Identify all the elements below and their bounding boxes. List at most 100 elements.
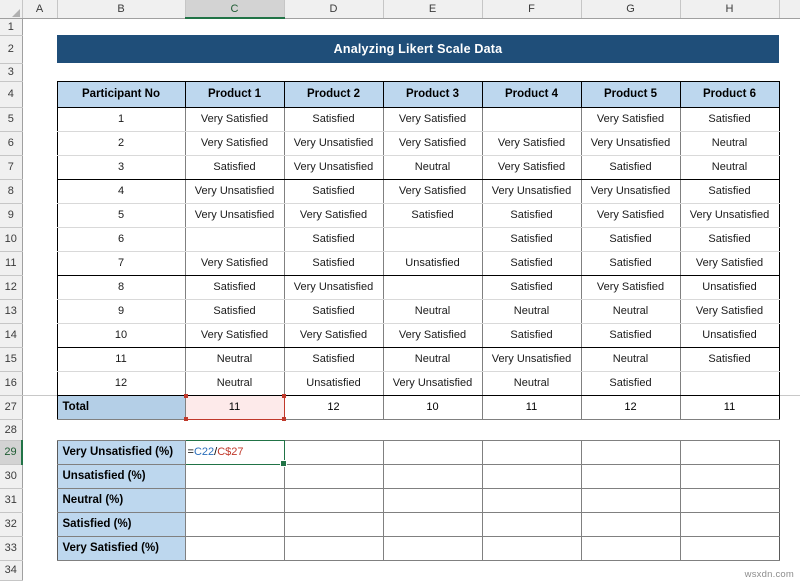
response-product-2[interactable]: Satisfied xyxy=(284,179,383,203)
response-product-1[interactable]: Very Satisfied xyxy=(185,107,284,131)
percent-value-f29[interactable] xyxy=(482,440,581,464)
response-product-4[interactable]: Very Unsatisfied xyxy=(482,347,581,371)
percent-value-d30[interactable] xyxy=(284,464,383,488)
percent-value-c32[interactable] xyxy=(185,512,284,536)
response-product-5[interactable]: Very Unsatisfied xyxy=(581,179,680,203)
response-product-2[interactable]: Satisfied xyxy=(284,107,383,131)
percent-value-e29[interactable] xyxy=(383,440,482,464)
row-header-9[interactable]: 9 xyxy=(0,203,22,227)
response-product-2[interactable]: Very Satisfied xyxy=(284,323,383,347)
response-product-5[interactable]: Very Satisfied xyxy=(581,275,680,299)
row-header-29[interactable]: 29 xyxy=(0,440,22,464)
column-header-g[interactable]: G xyxy=(581,0,680,18)
response-product-6[interactable]: Unsatisfied xyxy=(680,323,779,347)
participant-no[interactable]: 11 xyxy=(57,347,185,371)
response-product-1[interactable]: Satisfied xyxy=(185,155,284,179)
response-product-2[interactable]: Very Unsatisfied xyxy=(284,275,383,299)
cell-d34[interactable] xyxy=(284,560,383,580)
cell-a13[interactable] xyxy=(22,299,57,323)
participant-no[interactable]: 12 xyxy=(57,371,185,395)
column-header-e[interactable]: E xyxy=(383,0,482,18)
cell-a28[interactable] xyxy=(22,419,57,440)
response-product-1[interactable]: Neutral xyxy=(185,371,284,395)
cell-i8[interactable] xyxy=(779,179,800,203)
cell-b28[interactable] xyxy=(57,419,185,440)
response-product-6[interactable] xyxy=(680,371,779,395)
percent-value-c31[interactable] xyxy=(185,488,284,512)
column-header-f[interactable]: F xyxy=(482,0,581,18)
cell-b1[interactable] xyxy=(57,18,185,35)
participant-no[interactable]: 9 xyxy=(57,299,185,323)
response-product-2[interactable]: Satisfied xyxy=(284,251,383,275)
column-header-partial[interactable] xyxy=(779,0,800,18)
response-product-1[interactable]: Satisfied xyxy=(185,275,284,299)
cell-a30[interactable] xyxy=(22,464,57,488)
percent-value-f31[interactable] xyxy=(482,488,581,512)
response-product-6[interactable]: Very Unsatisfied xyxy=(680,203,779,227)
total-product-2[interactable]: 12 xyxy=(284,395,383,419)
percent-value-d29[interactable] xyxy=(284,440,383,464)
row-header-30[interactable]: 30 xyxy=(0,464,22,488)
response-product-2[interactable]: Very Unsatisfied xyxy=(284,155,383,179)
cell-a1[interactable] xyxy=(22,18,57,35)
response-product-3[interactable] xyxy=(383,227,482,251)
cell-g34[interactable] xyxy=(581,560,680,580)
cell-i31[interactable] xyxy=(779,488,800,512)
response-product-3[interactable]: Very Satisfied xyxy=(383,323,482,347)
cell-i30[interactable] xyxy=(779,464,800,488)
cell-i3[interactable] xyxy=(779,63,800,81)
cell-i16[interactable] xyxy=(779,371,800,395)
response-product-5[interactable]: Very Satisfied xyxy=(581,203,680,227)
response-product-4[interactable]: Satisfied xyxy=(482,227,581,251)
cell-i5[interactable] xyxy=(779,107,800,131)
cell-a31[interactable] xyxy=(22,488,57,512)
cell-c28[interactable] xyxy=(185,419,284,440)
total-product-6[interactable]: 11 xyxy=(680,395,779,419)
response-product-1[interactable] xyxy=(185,227,284,251)
cell-g28[interactable] xyxy=(581,419,680,440)
percent-value-h33[interactable] xyxy=(680,536,779,560)
percent-value-g29[interactable] xyxy=(581,440,680,464)
cell-c3[interactable] xyxy=(185,63,284,81)
cell-a8[interactable] xyxy=(22,179,57,203)
percent-value-g33[interactable] xyxy=(581,536,680,560)
response-product-6[interactable]: Satisfied xyxy=(680,107,779,131)
participant-no[interactable]: 4 xyxy=(57,179,185,203)
participant-no[interactable]: 1 xyxy=(57,107,185,131)
response-product-5[interactable]: Satisfied xyxy=(581,371,680,395)
row-header-11[interactable]: 11 xyxy=(0,251,22,275)
cell-h3[interactable] xyxy=(680,63,779,81)
row-header-10[interactable]: 10 xyxy=(0,227,22,251)
row-header-4[interactable]: 4 xyxy=(0,81,22,107)
response-product-4[interactable]: Neutral xyxy=(482,299,581,323)
cell-i13[interactable] xyxy=(779,299,800,323)
response-product-2[interactable]: Satisfied xyxy=(284,347,383,371)
cell-a7[interactable] xyxy=(22,155,57,179)
response-product-3[interactable]: Satisfied xyxy=(383,203,482,227)
column-header-b[interactable]: B xyxy=(57,0,185,18)
response-product-4[interactable]: Very Unsatisfied xyxy=(482,179,581,203)
response-product-6[interactable]: Satisfied xyxy=(680,227,779,251)
cell-d3[interactable] xyxy=(284,63,383,81)
cell-i6[interactable] xyxy=(779,131,800,155)
response-product-6[interactable]: Very Satisfied xyxy=(680,299,779,323)
participant-no[interactable]: 10 xyxy=(57,323,185,347)
cell-a9[interactable] xyxy=(22,203,57,227)
cell-i4[interactable] xyxy=(779,81,800,107)
response-product-5[interactable]: Neutral xyxy=(581,299,680,323)
select-all-corner[interactable] xyxy=(0,0,22,18)
percent-value-h32[interactable] xyxy=(680,512,779,536)
cell-a6[interactable] xyxy=(22,131,57,155)
response-product-6[interactable]: Neutral xyxy=(680,131,779,155)
row-header-14[interactable]: 14 xyxy=(0,323,22,347)
cell-i14[interactable] xyxy=(779,323,800,347)
response-product-5[interactable]: Neutral xyxy=(581,347,680,371)
percent-value-h31[interactable] xyxy=(680,488,779,512)
response-product-2[interactable]: Satisfied xyxy=(284,299,383,323)
row-header-16[interactable]: 16 xyxy=(0,371,22,395)
cell-a10[interactable] xyxy=(22,227,57,251)
response-product-6[interactable]: Neutral xyxy=(680,155,779,179)
percent-value-c30[interactable] xyxy=(185,464,284,488)
fill-handle[interactable] xyxy=(280,460,287,467)
cell-e3[interactable] xyxy=(383,63,482,81)
